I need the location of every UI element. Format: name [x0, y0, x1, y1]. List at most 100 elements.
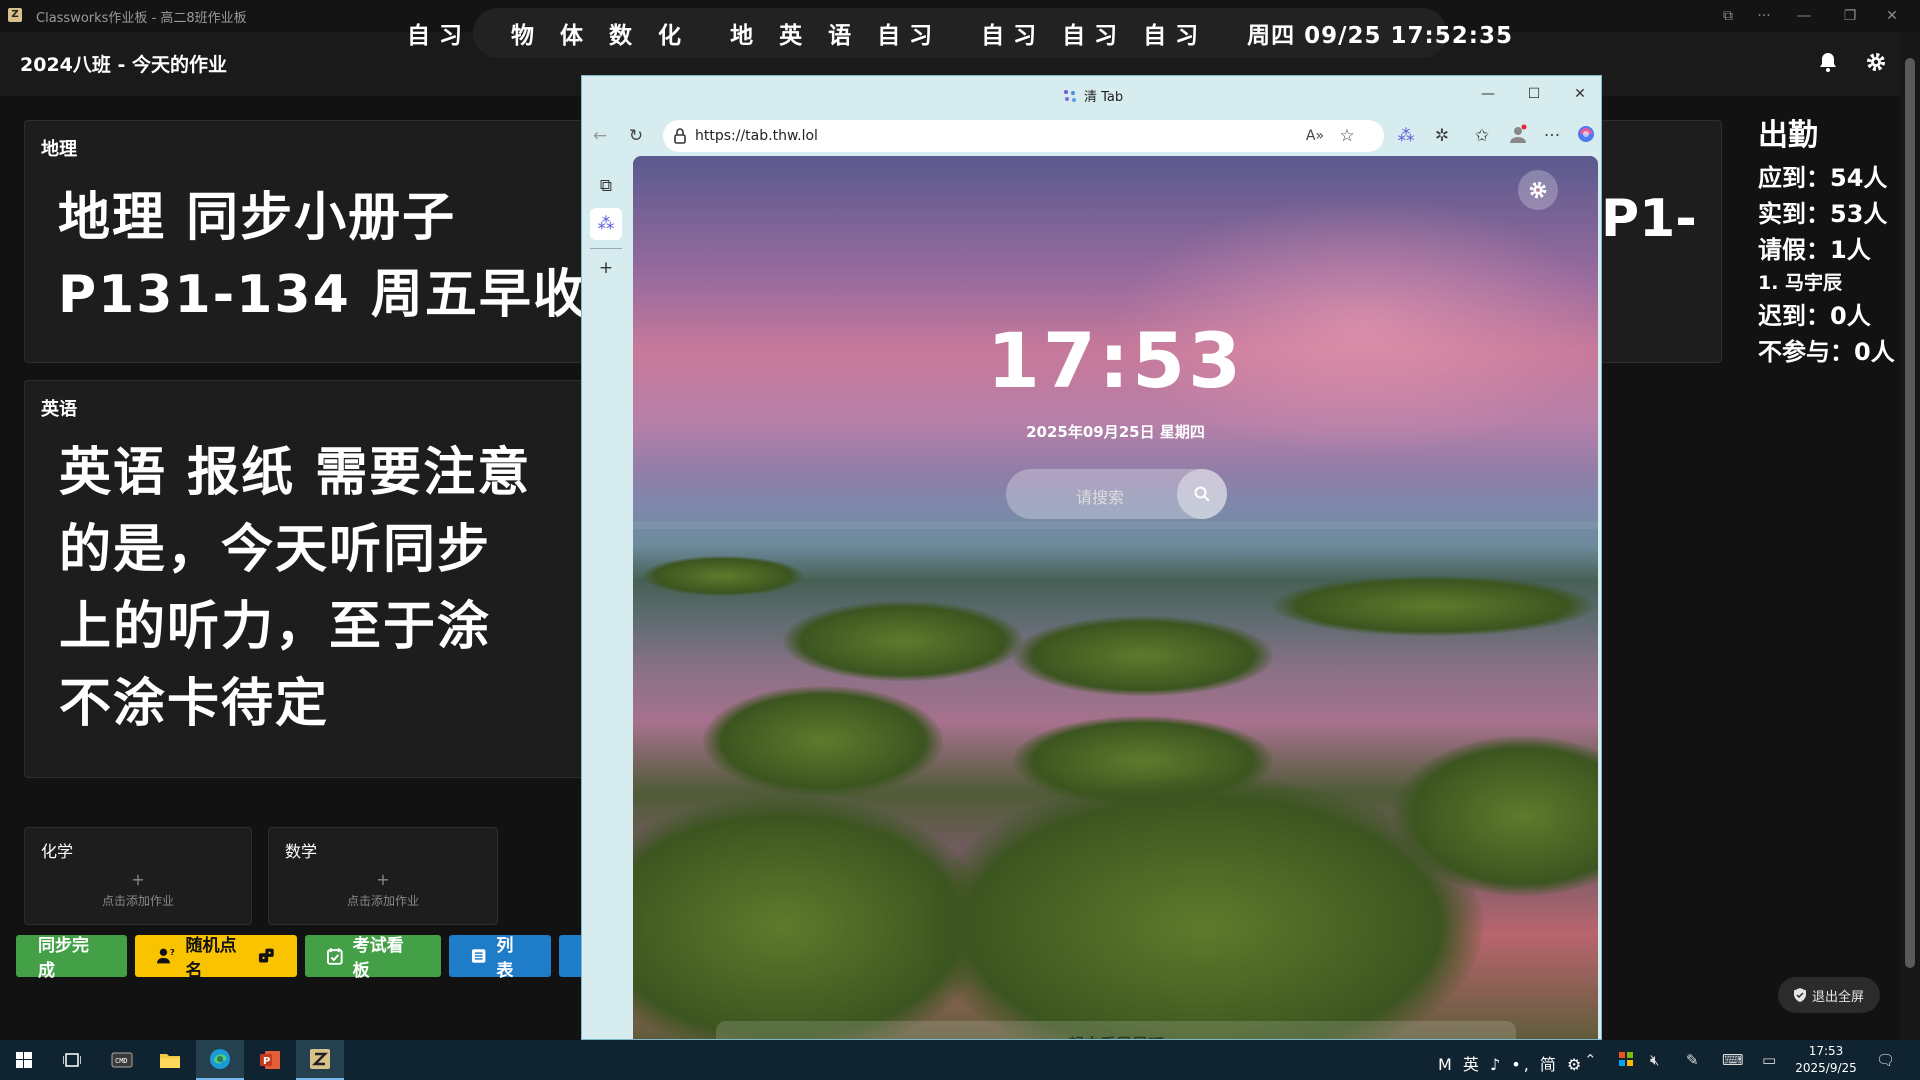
- svg-text:CMD: CMD: [115, 1057, 128, 1065]
- exit-fullscreen-button[interactable]: 退出全屏: [1778, 977, 1880, 1013]
- more-icon[interactable]: ···: [1750, 4, 1778, 28]
- browser-window: 清 Tab — ☐ ✕ ← ↻ https://tab.thw.lol A» ☆…: [581, 75, 1602, 1040]
- mangrove-plant: [1013, 616, 1273, 696]
- svg-text:?: ?: [170, 947, 175, 957]
- quote-box: 一起去看星星吧。: [716, 1021, 1516, 1039]
- scrollbar[interactable]: [1900, 32, 1920, 1040]
- homework-card-geography[interactable]: 地理 地理 同步小册子 P131-134 周五早收: [24, 120, 587, 363]
- app-logo-icon: Z: [8, 8, 22, 22]
- scrollbar-thumb[interactable]: [1905, 58, 1915, 968]
- card-subject: 化学: [41, 842, 74, 861]
- homework-line: 的是，今天听同步: [59, 520, 492, 580]
- taskbar-clock[interactable]: 17:53 2025/9/25: [1790, 1043, 1862, 1077]
- homework-line: 不涂卡待定: [59, 674, 330, 734]
- more-menu-icon[interactable]: ···: [1540, 124, 1564, 148]
- schedule-group: 地 英 语 自习: [730, 23, 942, 49]
- copilot-icon[interactable]: [1574, 124, 1598, 148]
- tab-favicon-icon: [1064, 89, 1076, 102]
- schedule-datetime: 周四 09/25 17:52:35: [1247, 23, 1513, 49]
- search-button[interactable]: [1177, 469, 1227, 519]
- schedule-group: 物 体 数 化: [511, 23, 691, 49]
- taskbar-app-explorer[interactable]: [146, 1040, 194, 1080]
- tab-actions-icon[interactable]: ⧉: [590, 170, 622, 202]
- profile-avatar-icon[interactable]: [1506, 124, 1530, 148]
- taskbar-app-terminal[interactable]: CMD: [98, 1040, 146, 1080]
- add-homework-hint: 点击添加作业: [346, 894, 419, 908]
- vertical-tab-qingtab[interactable]: ⁂: [590, 208, 622, 240]
- taskbar-date: 2025/9/25: [1795, 1061, 1857, 1075]
- list-icon: [471, 949, 486, 963]
- random-call-button[interactable]: ? 随机点名: [135, 935, 297, 981]
- minimize-button[interactable]: —: [1790, 4, 1818, 28]
- classworks-icon: [310, 1049, 330, 1069]
- homework-line: 地理 同步小册子: [58, 188, 457, 248]
- start-button[interactable]: [0, 1040, 48, 1080]
- task-view-button[interactable]: [48, 1040, 96, 1080]
- card-subject: 数学: [285, 842, 318, 861]
- sync-complete-button[interactable]: 同步完成: [16, 935, 127, 981]
- ime-indicator[interactable]: M 英 ♪ •, 简 ⚙: [1438, 1051, 1584, 1075]
- attendance-absent: 不参与：0人: [1758, 338, 1895, 366]
- pen-icon[interactable]: ✎: [1686, 1051, 1699, 1069]
- back-arrow-icon[interactable]: ←: [588, 124, 612, 148]
- keyboard-icon[interactable]: ⌨: [1722, 1051, 1744, 1069]
- address-bar[interactable]: https://tab.thw.lol A» ☆: [663, 120, 1384, 152]
- browser-sidebar: ⧉ ⁂ +: [582, 156, 632, 1036]
- taskbar-app-powerpoint[interactable]: P: [246, 1040, 294, 1080]
- favorites-icon[interactable]: ✩: [1470, 124, 1494, 148]
- extension-qingtab-icon[interactable]: ⁂: [1394, 124, 1418, 148]
- tray-chevron-icon[interactable]: ⌃: [1584, 1051, 1597, 1069]
- exam-board-button[interactable]: 考试看板: [305, 935, 441, 981]
- extensions-puzzle-icon[interactable]: ✲: [1430, 124, 1454, 148]
- new-tab-plus-icon[interactable]: +: [590, 252, 622, 284]
- homework-card-english[interactable]: 英语 英语 报纸 需要注意 的是，今天听同步 上的听力，至于涂 不涂卡待定: [24, 380, 584, 778]
- taskbar: CMD P M 英 ♪ •, 简 ⚙ ⌃ 🔇︎ ✎ ⌨ ▭ 17:53 2025…: [0, 1040, 1920, 1080]
- read-aloud-icon[interactable]: A»: [1303, 124, 1327, 148]
- tray-security-icon[interactable]: [1618, 1051, 1634, 1071]
- browser-maximize-button[interactable]: ☐: [1522, 84, 1546, 104]
- search-box[interactable]: 请搜索: [1006, 469, 1227, 519]
- shield-icon: [1793, 988, 1806, 1002]
- folder-icon: [160, 1054, 180, 1068]
- homework-text: 地理 同步小册子 P131-134 周五早收: [58, 180, 587, 334]
- svg-text:P: P: [263, 1056, 270, 1067]
- search-icon: [1194, 486, 1210, 502]
- mangrove-plant: [1273, 576, 1593, 636]
- homework-text: 英语 报纸 需要注意 的是，今天听同步 上的听力，至于涂 不涂卡待定: [59, 435, 531, 743]
- person-question-icon: ?: [157, 947, 175, 964]
- page-settings-button[interactable]: [1518, 170, 1558, 210]
- refresh-icon[interactable]: ↻: [624, 124, 648, 148]
- taskbar-app-classworks[interactable]: [296, 1040, 344, 1080]
- schedule-group: 自习: [407, 23, 472, 49]
- gear-icon[interactable]: [1864, 50, 1888, 74]
- mangrove-plant: [783, 601, 1023, 681]
- dice-icon: [259, 948, 275, 963]
- volume-muted-icon[interactable]: 🔇︎: [1650, 1051, 1659, 1069]
- taskbar-app-edge[interactable]: [196, 1040, 244, 1080]
- terminal-icon: CMD: [111, 1052, 133, 1068]
- bell-icon[interactable]: [1816, 50, 1840, 74]
- attendance-expected: 应到：54人: [1758, 164, 1888, 192]
- network-icon[interactable]: ▭: [1762, 1051, 1776, 1069]
- browser-titlebar: 清 Tab — ☐ ✕: [582, 76, 1601, 112]
- page-title: 2024八班 - 今天的作业: [20, 54, 227, 76]
- list-button[interactable]: 列表: [449, 935, 551, 981]
- browser-tab-title[interactable]: 清 Tab: [1062, 86, 1123, 105]
- close-button[interactable]: ✕: [1878, 4, 1906, 28]
- browser-close-button[interactable]: ✕: [1568, 84, 1592, 104]
- snap-icon[interactable]: ⧉: [1714, 4, 1742, 28]
- attendance-title: 出勤: [1758, 118, 1818, 153]
- browser-minimize-button[interactable]: —: [1476, 84, 1500, 104]
- quote-text: 一起去看星星吧。: [716, 1031, 1516, 1039]
- homework-card-math[interactable]: 数学 + 点击添加作业: [268, 827, 498, 925]
- gear-icon: [1529, 181, 1547, 199]
- card-subject: 英语: [41, 399, 77, 420]
- card-subject: 地理: [41, 139, 77, 160]
- favorite-star-icon[interactable]: ☆: [1335, 124, 1359, 148]
- homework-card-partial[interactable]: P1-: [1600, 120, 1722, 363]
- notifications-icon[interactable]: 🗨︎: [1876, 1051, 1895, 1069]
- calendar-check-icon: [327, 948, 343, 965]
- restore-button[interactable]: ❐: [1836, 4, 1864, 28]
- homework-card-chemistry[interactable]: 化学 + 点击添加作业: [24, 827, 252, 925]
- powerpoint-icon: P: [260, 1051, 280, 1069]
